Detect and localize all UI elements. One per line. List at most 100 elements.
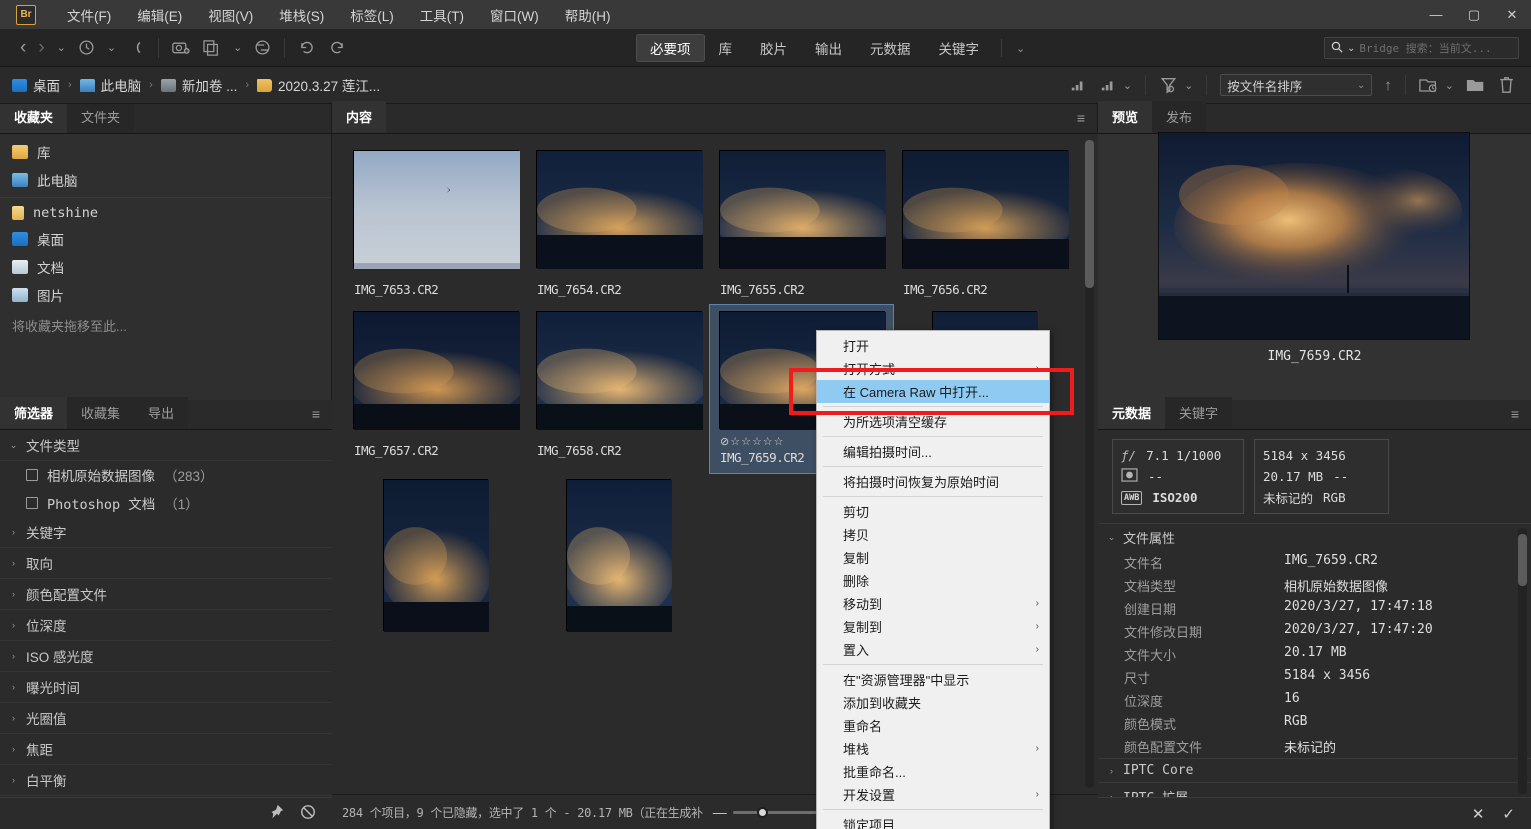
thumbnail-cell[interactable]: IMG_7654.CR2 bbox=[527, 144, 710, 305]
context-menu-item-2[interactable]: 打开方式› bbox=[817, 357, 1049, 380]
reveal-parent-icon[interactable] bbox=[122, 29, 151, 67]
sort-direction-icon[interactable]: ↑ bbox=[1378, 66, 1398, 104]
menu-7[interactable]: 窗口(W) bbox=[477, 1, 552, 29]
new-window-icon[interactable] bbox=[197, 29, 227, 67]
filter-option-1-1[interactable]: 相机原始数据图像（283） bbox=[0, 461, 332, 489]
metadata-scrollbar-thumb[interactable] bbox=[1518, 534, 1527, 586]
context-menu-item-3[interactable]: 在 Camera Raw 中打开... bbox=[817, 380, 1049, 403]
menu-5[interactable]: 标签(L) bbox=[337, 1, 407, 29]
context-menu-item-4[interactable]: 为所选项清空缓存 bbox=[817, 410, 1049, 433]
context-menu-item-1[interactable]: 打开 bbox=[817, 334, 1049, 357]
recent-clock-icon[interactable] bbox=[72, 29, 101, 67]
menu-3[interactable]: 视图(V) bbox=[195, 1, 266, 29]
favorite-item-4[interactable]: 桌面 bbox=[0, 225, 331, 253]
get-photos-camera-icon[interactable] bbox=[166, 29, 197, 67]
filter-checkbox[interactable] bbox=[26, 469, 38, 481]
workspace-more-chevron-down-icon[interactable]: ⌄ bbox=[1010, 29, 1031, 67]
metadata-cancel-icon[interactable]: ✕ bbox=[1472, 805, 1485, 823]
thumbnail-image[interactable] bbox=[383, 479, 488, 631]
thumbnail-image[interactable] bbox=[536, 311, 702, 429]
rotate-ccw-icon[interactable] bbox=[292, 29, 322, 67]
content-scrollbar-thumb[interactable] bbox=[1085, 140, 1094, 288]
filter-group-4[interactable]: ›颜色配置文件 bbox=[0, 579, 332, 610]
content-scrollbar[interactable] bbox=[1085, 140, 1094, 788]
thumbnail-image[interactable] bbox=[353, 311, 519, 429]
new-folder-icon[interactable] bbox=[1460, 66, 1492, 104]
forward-icon[interactable]: › bbox=[32, 29, 50, 67]
favorite-item-5[interactable]: 文档 bbox=[0, 253, 331, 281]
thumbnail-image[interactable] bbox=[353, 150, 519, 268]
context-menu-item-20[interactable]: 锁定项目 bbox=[817, 813, 1049, 829]
menu-8[interactable]: 帮助(H) bbox=[552, 1, 624, 29]
thumbnail-cell[interactable] bbox=[527, 473, 710, 639]
filter-rating-icon[interactable] bbox=[1063, 66, 1093, 104]
context-menu-item-15[interactable]: 添加到收藏夹 bbox=[817, 691, 1049, 714]
filter-group-6[interactable]: ›ISO 感光度 bbox=[0, 641, 332, 672]
thumbnail-image[interactable] bbox=[902, 150, 1068, 268]
filter-panel-menu-icon[interactable]: ≡ bbox=[312, 406, 332, 429]
breadcrumb-item-1[interactable]: 桌面 bbox=[10, 73, 62, 97]
history-chevron-down-icon[interactable]: ⌄ bbox=[51, 29, 72, 67]
filter-rating-menu-icon[interactable] bbox=[1093, 66, 1123, 104]
tab-filter-1[interactable]: 筛选器 bbox=[0, 397, 67, 429]
workspace-tab-4[interactable]: 输出 bbox=[801, 34, 856, 62]
breadcrumb-item-2[interactable]: 此电脑 bbox=[78, 73, 144, 97]
tab-preview-1[interactable]: 预览 bbox=[1098, 101, 1152, 133]
context-menu-item-5[interactable]: 编辑拍摄时间... bbox=[817, 440, 1049, 463]
metadata-scrollbar[interactable] bbox=[1518, 528, 1527, 794]
metadata-panel-menu-icon[interactable]: ≡ bbox=[1511, 406, 1531, 429]
keep-filter-pin-icon[interactable] bbox=[268, 804, 284, 824]
breadcrumb-item-3[interactable]: 新加卷 ... bbox=[159, 73, 240, 97]
context-menu-item-14[interactable]: 在"资源管理器"中显示 bbox=[817, 668, 1049, 691]
metadata-section-1[interactable]: ⌄文件属性 bbox=[1098, 523, 1531, 551]
workspace-tab-3[interactable]: 胶片 bbox=[746, 34, 801, 62]
tab-filter-2[interactable]: 收藏集 bbox=[67, 397, 134, 429]
context-menu-item-12[interactable]: 复制到› bbox=[817, 615, 1049, 638]
filter-group-10[interactable]: ›白平衡 bbox=[0, 765, 332, 796]
tab-favorites-1[interactable]: 收藏夹 bbox=[0, 104, 67, 133]
filter-funnel-icon[interactable] bbox=[1153, 66, 1184, 104]
workspace-tab-6[interactable]: 关键字 bbox=[925, 34, 994, 62]
context-menu-item-10[interactable]: 删除 bbox=[817, 569, 1049, 592]
filter-group-2[interactable]: ›关键字 bbox=[0, 517, 332, 548]
recent-chevron-down-icon[interactable]: ⌄ bbox=[101, 29, 122, 67]
rotate-cw-icon[interactable] bbox=[322, 29, 352, 67]
thumbnail-image[interactable] bbox=[536, 150, 702, 268]
metadata-apply-icon[interactable]: ✓ bbox=[1502, 805, 1515, 823]
filter-group-9[interactable]: ›焦距 bbox=[0, 734, 332, 765]
tab-metadata-2[interactable]: 关键字 bbox=[1165, 397, 1232, 429]
context-menu-item-16[interactable]: 重命名 bbox=[817, 714, 1049, 737]
content-panel-menu-icon[interactable]: ≡ bbox=[1077, 110, 1097, 133]
thumbnail-size-track[interactable] bbox=[733, 811, 821, 814]
menu-4[interactable]: 堆栈(S) bbox=[266, 1, 337, 29]
new-smart-folder-chevron-down-icon[interactable]: ⌄ bbox=[1445, 66, 1460, 104]
thumbnail-cell[interactable]: IMG_7657.CR2 bbox=[344, 305, 527, 473]
thumbnail-cell[interactable]: IMG_7658.CR2 bbox=[527, 305, 710, 473]
close-button[interactable]: ✕ bbox=[1493, 0, 1531, 29]
new-window-chevron-down-icon[interactable]: ⌄ bbox=[227, 29, 248, 67]
filter-option-1-2[interactable]: Photoshop 文档（1） bbox=[0, 489, 332, 517]
context-menu-item-18[interactable]: 批重命名... bbox=[817, 760, 1049, 783]
context-menu-item-6[interactable]: 将拍摄时间恢复为原始时间 bbox=[817, 470, 1049, 493]
context-menu-item-17[interactable]: 堆栈› bbox=[817, 737, 1049, 760]
context-menu-item-7[interactable]: 剪切 bbox=[817, 500, 1049, 523]
zoom-out-icon[interactable]: — bbox=[713, 804, 727, 820]
thumbnail-cell[interactable] bbox=[344, 473, 527, 639]
thumbnail-size-slider[interactable]: — bbox=[713, 804, 821, 820]
search-chevron-down-icon[interactable]: ⌄ bbox=[1347, 43, 1355, 54]
menu-1[interactable]: 文件(F) bbox=[54, 1, 124, 29]
favorite-item-1[interactable]: 库 bbox=[0, 138, 331, 166]
filter-group-1[interactable]: ⌄文件类型 bbox=[0, 430, 332, 461]
sort-dropdown[interactable]: 按文件名排序 ⌄ bbox=[1220, 74, 1372, 96]
search-input[interactable]: ⌄ Bridge 搜索：当前文... bbox=[1324, 37, 1519, 59]
filter-funnel-chevron-down-icon[interactable]: ⌄ bbox=[1184, 66, 1199, 104]
favorite-item-2[interactable]: 此电脑 bbox=[0, 166, 331, 194]
tab-favorites-2[interactable]: 文件夹 bbox=[67, 104, 134, 133]
thumbnail-cell[interactable]: IMG_7656.CR2 bbox=[893, 144, 1076, 305]
thumbnail-cell[interactable]: IMG_7653.CR2 bbox=[344, 144, 527, 305]
context-menu[interactable]: 打开打开方式›在 Camera Raw 中打开... 为所选项清空缓存编辑拍摄时间… bbox=[816, 330, 1050, 829]
tab-preview-2[interactable]: 发布 bbox=[1152, 101, 1206, 133]
workspace-tab-2[interactable]: 库 bbox=[705, 34, 747, 62]
refine-aperture-icon[interactable] bbox=[248, 29, 277, 67]
filter-group-8[interactable]: ›光圈值 bbox=[0, 703, 332, 734]
